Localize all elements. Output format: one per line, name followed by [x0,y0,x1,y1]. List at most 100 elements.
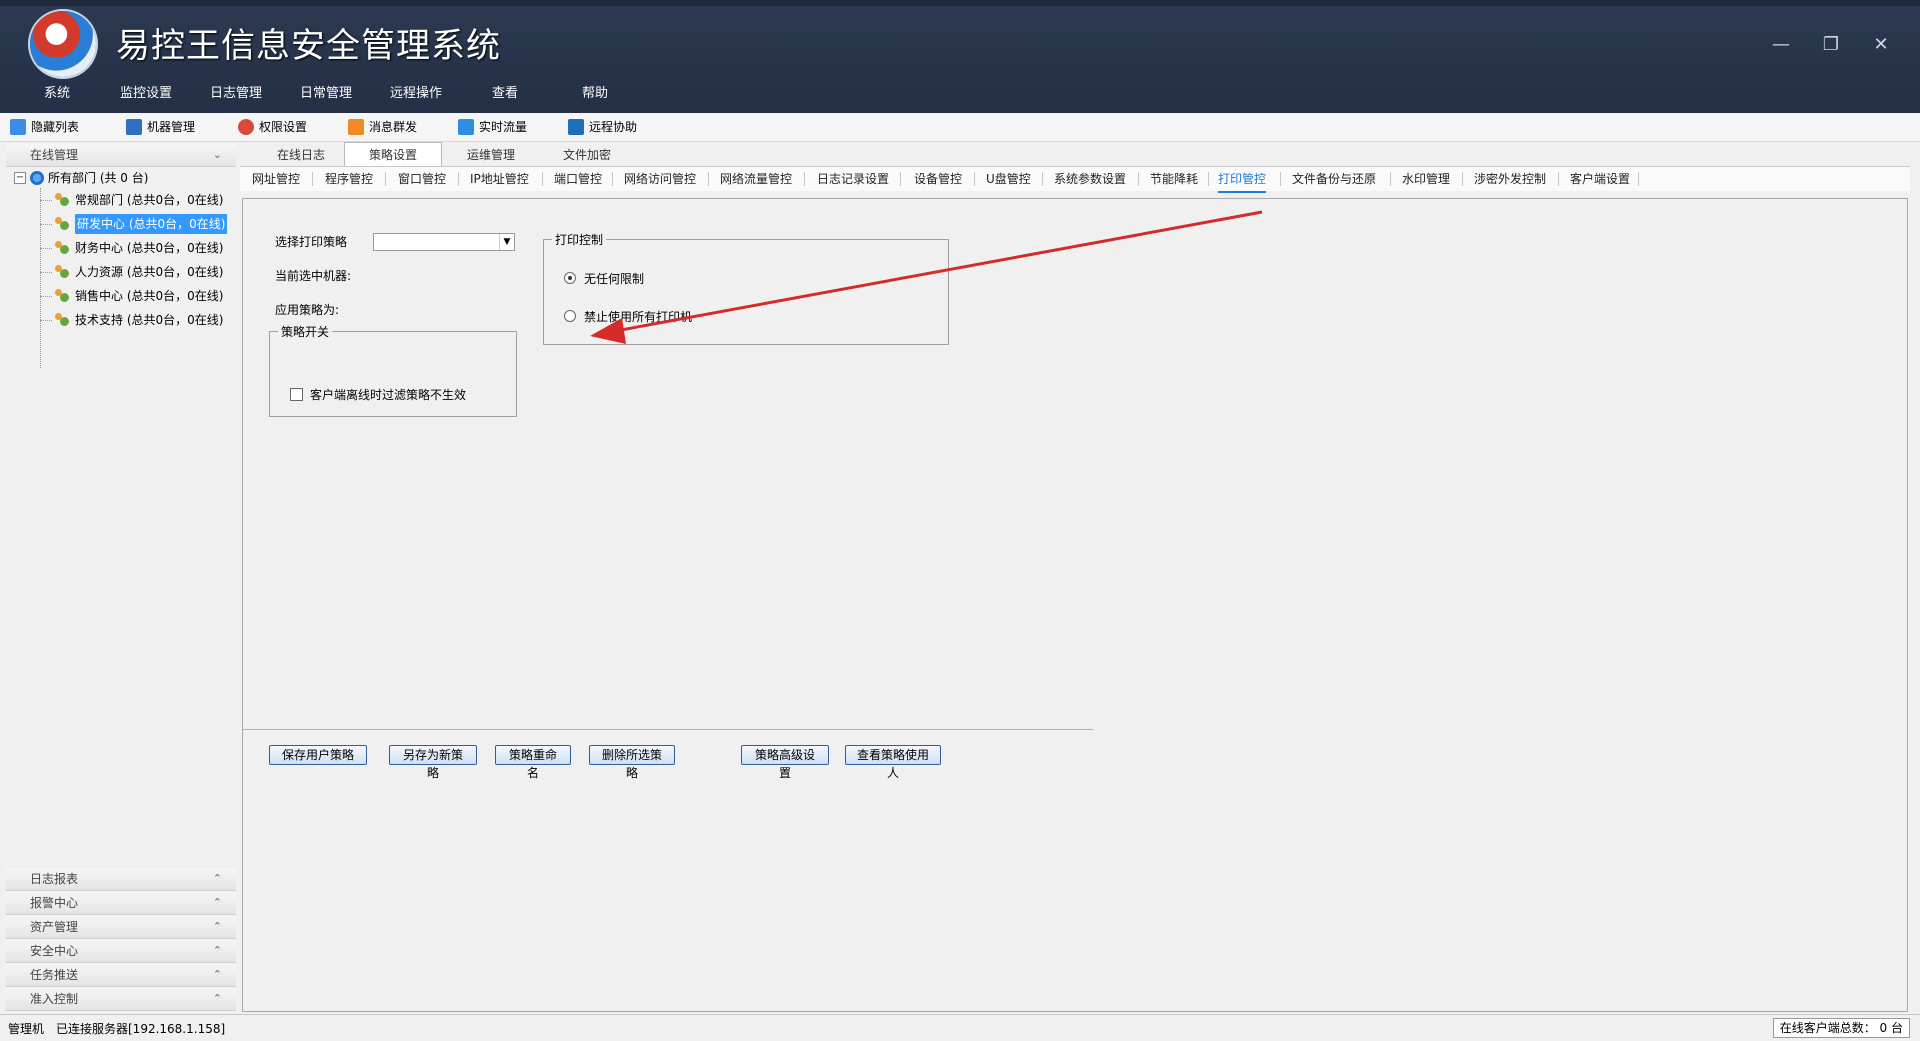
restore-button[interactable]: ❐ [1816,30,1846,60]
title-bar: 易控王信息安全管理系统 — ❐ ✕ 系统 监控设置 日志管理 日常管理 远程操作… [0,0,1920,113]
subtab-program-control[interactable]: 程序管控 [325,167,373,191]
delete-selected-policy-button[interactable]: 删除所选策略 [589,745,675,780]
rename-policy-button[interactable]: 策略重命名 [495,745,571,780]
toolbar-remote-assist-button[interactable]: 远程协助 [568,117,637,137]
minimize-button[interactable]: — [1766,30,1796,60]
tab-policy-settings[interactable]: 策略设置 [344,142,442,167]
app-logo-icon [30,11,96,77]
print-policy-select[interactable]: ▼ [373,233,515,251]
tab-separator [385,172,386,186]
policy-switch-title: 策略开关 [278,323,333,340]
status-server-connection: 已连接服务器[192.168.1.158] [56,1022,226,1036]
tab-separator [974,172,975,186]
chevron-up-icon: ⌃ [212,968,222,981]
tab-separator [458,172,459,186]
subtab-energy-saving[interactable]: 节能降耗 [1150,167,1198,191]
tree-item-department[interactable]: 财务中心 (总共0台，0在线) [54,238,223,258]
tree-item-department[interactable]: 销售中心 (总共0台，0在线) [54,286,223,306]
select-policy-label: 选择打印策略 [275,235,348,249]
collapse-toggle-icon[interactable]: − [14,172,26,184]
subtab-window-control[interactable]: 窗口管控 [398,167,446,191]
chevron-up-icon: ⌃ [212,944,222,957]
status-online-clients: 在线客户端总数： 0 台 [1772,1018,1910,1038]
subtab-system-params[interactable]: 系统参数设置 [1054,167,1126,191]
subtab-log-record-settings[interactable]: 日志记录设置 [817,167,889,191]
menu-system[interactable]: 系统 [44,78,70,110]
policy-advanced-settings-button[interactable]: 策略高级设置 [741,745,829,780]
traffic-chart-icon [458,119,474,135]
save-user-policy-button[interactable]: 保存用户策略 [269,745,367,765]
user-group-icon [54,313,70,327]
toolbar-broadcast-button[interactable]: 消息群发 [348,117,417,137]
save-as-new-policy-button[interactable]: 另存为新策略 [389,745,477,780]
tab-separator [1558,172,1559,186]
subtab-watermark-management[interactable]: 水印管理 [1402,167,1450,191]
toolbar-machine-management-button[interactable]: 机器管理 [126,117,195,137]
tree-connector [40,320,52,321]
menu-help[interactable]: 帮助 [582,78,608,110]
menu-log-management[interactable]: 日志管理 [210,78,262,110]
tab-separator [1208,172,1209,186]
subtab-classified-outgoing-control[interactable]: 涉密外发控制 [1474,167,1546,191]
view-policy-users-button[interactable]: 查看策略使用人 [845,745,941,780]
network-icon [30,171,44,185]
user-group-icon [54,289,70,303]
sidebar-header-alarm-center[interactable]: 报警中心 ⌃ [6,892,236,915]
menu-view[interactable]: 查看 [492,78,518,110]
hide-list-icon [10,119,26,135]
offline-filter-checkbox[interactable] [290,388,303,401]
radio-no-limit[interactable] [564,272,576,284]
subtab-port-control[interactable]: 端口管控 [554,167,602,191]
subtab-network-access-control[interactable]: 网络访问管控 [624,167,696,191]
user-group-icon [54,193,70,207]
tree-root-all-departments[interactable]: − 所有部门 (共 0 台) [14,168,148,188]
menu-remote-operation[interactable]: 远程操作 [390,78,442,110]
close-button[interactable]: ✕ [1866,30,1896,60]
sidebar-header-security-center[interactable]: 安全中心 ⌃ [6,940,236,963]
tab-separator [542,172,543,186]
content-area: 在线日志 策略设置 运维管理 文件加密 网址管控 程序管控 窗口管控 IP地址管… [240,142,1910,1012]
sidebar-header-online-management[interactable]: 在线管理 ⌄ [6,144,236,167]
user-group-icon [54,217,70,231]
menu-daily-management[interactable]: 日常管理 [300,78,352,110]
sidebar: 在线管理 ⌄ − 所有部门 (共 0 台) 常规部门 (总共0台，0在线) 研发… [6,142,236,1012]
toolbar: 隐藏列表 机器管理 权限设置 消息群发 实时流量 远程协助 [0,113,1920,142]
subtab-client-settings[interactable]: 客户端设置 [1570,167,1630,191]
subtab-ip-control[interactable]: IP地址管控 [470,167,529,191]
chevron-up-icon: ⌃ [212,920,222,933]
app-title: 易控王信息安全管理系统 [116,26,501,66]
subtab-file-backup-restore[interactable]: 文件备份与还原 [1292,167,1376,191]
offline-filter-label: 客户端离线时过滤策略不生效 [310,388,467,402]
remote-assist-icon [568,119,584,135]
toolbar-realtime-traffic-button[interactable]: 实时流量 [458,117,527,137]
subtab-url-control[interactable]: 网址管控 [252,167,300,191]
tab-separator [1638,172,1639,186]
tab-separator [612,172,613,186]
subtab-usb-control[interactable]: U盘管控 [986,167,1031,191]
sidebar-header-log-reports[interactable]: 日志报表 ⌃ [6,868,236,891]
chevron-up-icon: ⌃ [212,872,222,885]
tree-connector [40,224,52,225]
apply-policy-label: 应用策略为: [275,303,340,317]
tree-connector [40,200,52,201]
tree-item-department[interactable]: 人力资源 (总共0台，0在线) [54,262,223,282]
app-window: 易控王信息安全管理系统 — ❐ ✕ 系统 监控设置 日志管理 日常管理 远程操作… [0,0,1920,1041]
subtab-device-control[interactable]: 设备管控 [914,167,962,191]
chevron-down-icon[interactable]: ▼ [499,234,514,250]
sidebar-header-access-control[interactable]: 准入控制 ⌃ [6,988,236,1011]
subtab-print-control[interactable]: 打印管控 [1218,167,1267,193]
tree-item-department-selected[interactable]: 研发中心 (总共0台，0在线) [54,214,228,234]
tab-ops-management[interactable]: 运维管理 [446,144,536,166]
sidebar-header-asset-management[interactable]: 资产管理 ⌃ [6,916,236,939]
tree-item-department[interactable]: 技术支持 (总共0台，0在线) [54,310,223,330]
tab-online-log[interactable]: 在线日志 [256,144,346,166]
radio-forbid-all-printers[interactable] [564,310,576,322]
tree-item-department[interactable]: 常规部门 (总共0台，0在线) [54,190,223,210]
subtab-network-traffic-control[interactable]: 网络流量管控 [720,167,792,191]
toolbar-hide-list-button[interactable]: 隐藏列表 [10,117,79,137]
menu-monitor-settings[interactable]: 监控设置 [120,78,172,110]
toolbar-permission-settings-button[interactable]: 权限设置 [238,117,307,137]
message-icon [348,119,364,135]
tab-file-encryption[interactable]: 文件加密 [542,144,632,166]
sidebar-header-task-push[interactable]: 任务推送 ⌃ [6,964,236,987]
